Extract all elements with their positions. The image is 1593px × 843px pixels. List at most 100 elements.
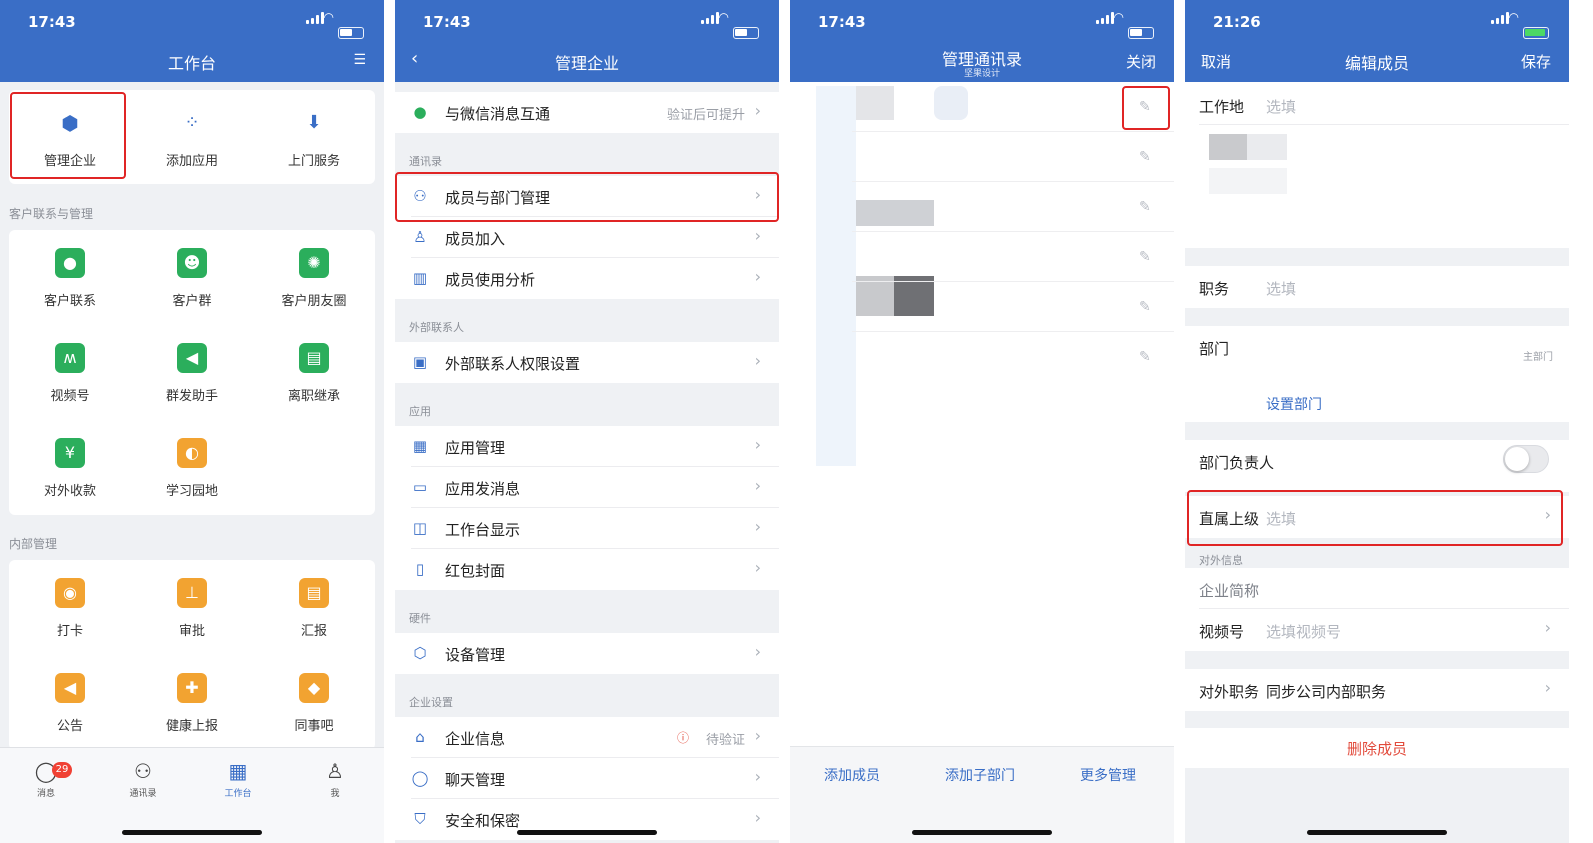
- chevron-right-icon: ›: [754, 767, 761, 786]
- ext-position-value: 同步公司内部职务: [1266, 683, 1387, 701]
- app-label: 对外收款: [43, 484, 96, 499]
- app-mass-send[interactable]: ◀ 群发助手: [131, 325, 253, 419]
- app-clock-in[interactable]: ◉ 打卡: [9, 560, 131, 654]
- status-bar: 21:26 ◠: [1185, 10, 1569, 39]
- add-apps-icon: ⁘: [184, 112, 200, 133]
- workplace-section: 工作地 选填: [1185, 82, 1569, 248]
- edit-icon[interactable]: ✎: [1139, 149, 1155, 165]
- app-learning[interactable]: ◐ 学习园地: [131, 420, 253, 514]
- header: 21:26 ◠ 取消 编辑成员 保存: [1185, 0, 1569, 82]
- chevron-right-icon: ›: [754, 517, 761, 536]
- set-dept-link[interactable]: 设置部门: [1266, 394, 1322, 414]
- channels-row[interactable]: 视频号 选填视频号 ›: [1185, 609, 1569, 651]
- workplace-input[interactable]: 选填: [1266, 96, 1296, 117]
- app-label: 客户联系: [43, 294, 96, 309]
- external-permission-row[interactable]: ▣ 外部联系人权限设置 ›: [395, 342, 779, 383]
- bar-chart-icon: ▥: [412, 269, 428, 287]
- onsite-service-button[interactable]: ⬇ 上门服务: [253, 90, 375, 184]
- person-icon: ♙: [326, 759, 344, 783]
- warning-icon: ⓘ: [676, 731, 689, 745]
- chevron-right-icon: ›: [754, 726, 761, 745]
- field-label: 部门: [1199, 340, 1230, 358]
- app-channels[interactable]: ʍ 视频号: [9, 325, 131, 419]
- header: 17:43 ◠ ‹ 管理企业: [395, 0, 779, 82]
- status-time: 17:43: [28, 13, 76, 31]
- edit-icon[interactable]: ✎: [1139, 249, 1155, 265]
- add-app-button[interactable]: ⁘ 添加应用: [131, 90, 253, 184]
- app-colleague-bar[interactable]: ◆ 同事吧: [253, 655, 375, 749]
- chat-manage-row[interactable]: ◯ 聊天管理 ›: [395, 758, 779, 799]
- chat-icon: ●: [55, 248, 85, 278]
- blurred-content: [1209, 168, 1287, 194]
- message-icon: ▭: [412, 478, 428, 496]
- row-label: 成员使用分析: [445, 271, 536, 289]
- app-label: 离职继承: [287, 389, 340, 404]
- delete-member-button[interactable]: 删除成员: [1185, 738, 1569, 759]
- app-resignation[interactable]: ▤ 离职继承: [253, 325, 375, 419]
- channels-icon: ʍ: [55, 343, 85, 373]
- save-button[interactable]: 保存: [1521, 51, 1551, 72]
- row-label: 工作台显示: [445, 521, 521, 539]
- app-customer-group[interactable]: ☻ 客户群: [131, 230, 253, 324]
- enterprise-info-row[interactable]: ⌂ 企业信息 ⓘ 待验证 ›: [395, 717, 779, 758]
- app-payment[interactable]: ¥ 对外收款: [9, 420, 131, 514]
- workbench-display-row[interactable]: ◫ 工作台显示 ›: [395, 508, 779, 549]
- row-label: 红包封面: [445, 562, 506, 580]
- row-label: 成员加入: [445, 230, 506, 248]
- short-name-row[interactable]: 企业简称: [1185, 568, 1569, 609]
- group-icon: ☻: [177, 248, 207, 278]
- tie-icon: ⬇: [306, 112, 322, 133]
- row-label: 应用管理: [445, 439, 506, 457]
- delete-row: 删除成员: [1185, 728, 1569, 768]
- close-button[interactable]: 关闭: [1126, 51, 1156, 72]
- edit-icon[interactable]: ✎: [1139, 299, 1155, 315]
- status-time: 17:43: [423, 13, 471, 31]
- wechat-interop-row[interactable]: ● 与微信消息互通 验证后可提升 ›: [395, 92, 779, 133]
- page-title: 编辑成员: [1344, 54, 1409, 73]
- highlight-box: [395, 172, 779, 222]
- blurred-avatar-column: [816, 86, 856, 466]
- ext-position-row[interactable]: 对外职务 同步公司内部职务 ›: [1185, 669, 1569, 711]
- customer-grid: ● 客户联系 ☻ 客户群 ✺ 客户朋友圈 ʍ 视频号 ◀ 群发助手 ▤ 离职继承 ¥ 对外收款…: [9, 230, 375, 515]
- tab-label: 消息: [36, 789, 55, 799]
- tab-contacts[interactable]: ⚇ 通讯录: [111, 758, 175, 799]
- app-customer-contact[interactable]: ● 客户联系: [9, 230, 131, 324]
- chevron-right-icon: ›: [754, 101, 761, 120]
- tab-me[interactable]: ♙ 我: [303, 758, 367, 799]
- main-dept-tag: 主部门: [1523, 352, 1553, 363]
- red-packet-row[interactable]: ▯ 红包封面 ›: [395, 549, 779, 590]
- app-announcement[interactable]: ◀ 公告: [9, 655, 131, 749]
- add-subdept-button[interactable]: 添加子部门: [945, 765, 1015, 785]
- app-message-row[interactable]: ▭ 应用发消息 ›: [395, 467, 779, 508]
- app-label: 打卡: [56, 624, 83, 639]
- member-analysis-row[interactable]: ▥ 成员使用分析 ›: [395, 258, 779, 299]
- member-join-row[interactable]: ♙ 成员加入 ›: [395, 217, 779, 258]
- app-health[interactable]: ✚ 健康上报: [131, 655, 253, 749]
- menu-settings-icon[interactable]: ☰: [353, 52, 366, 68]
- dept-head-toggle[interactable]: [1503, 445, 1549, 473]
- megaphone-icon: ◀: [55, 673, 85, 703]
- position-input[interactable]: 选填: [1266, 278, 1296, 299]
- edit-icon[interactable]: ✎: [1139, 349, 1155, 365]
- app-manage-row[interactable]: ▦ 应用管理 ›: [395, 426, 779, 467]
- app-report[interactable]: ▤ 汇报: [253, 560, 375, 654]
- blurred-content: [934, 86, 968, 120]
- internal-grid: ◉ 打卡 ⊥ 审批 ▤ 汇报 ◀ 公告 ✚ 健康上报 ◆ 同事吧: [9, 560, 375, 750]
- signal-icon: [1094, 12, 1114, 24]
- add-member-button[interactable]: 添加成员: [824, 765, 880, 785]
- tab-messages[interactable]: ◯ 消息 29: [14, 758, 78, 799]
- edit-icon[interactable]: ✎: [1139, 199, 1155, 215]
- tab-workbench[interactable]: ▦ 工作台: [206, 758, 270, 799]
- row-label: 应用发消息: [445, 480, 521, 498]
- section-title: 客户联系与管理: [9, 207, 94, 221]
- device-manage-row[interactable]: ⬡ 设备管理 ›: [395, 633, 779, 674]
- app-customer-moments[interactable]: ✺ 客户朋友圈: [253, 230, 375, 324]
- battery-charging-icon: [1523, 27, 1549, 39]
- chat-bubble-icon: ◯: [411, 769, 429, 787]
- manage-contacts-screen: 17:43 ◠ 管理通讯录 坚果设计 关闭 ✎ ✎ ✎ ✎ ✎ ✎ 添加成员 添…: [790, 0, 1174, 843]
- app-approval[interactable]: ⊥ 审批: [131, 560, 253, 654]
- page-title: 管理企业: [554, 54, 619, 73]
- home-indicator: [1307, 830, 1447, 835]
- more-manage-button[interactable]: 更多管理: [1080, 765, 1136, 785]
- app-label: 群发助手: [165, 389, 218, 404]
